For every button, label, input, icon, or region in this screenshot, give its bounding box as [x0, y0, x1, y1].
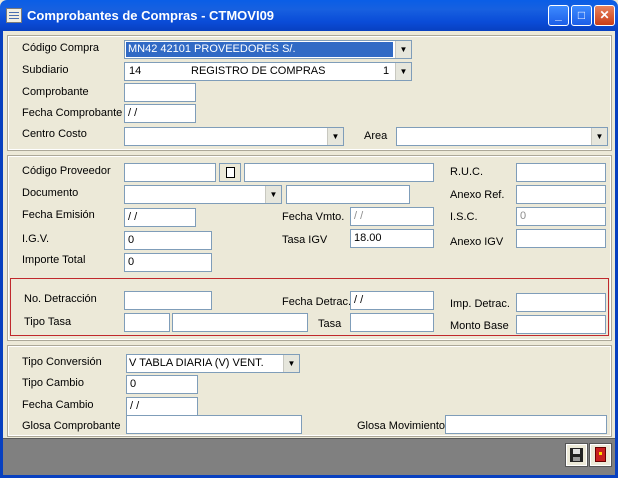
codigo-proveedor-label: Código Proveedor — [22, 165, 111, 177]
tasa-igv-input[interactable]: 18.00 — [350, 229, 434, 248]
codigo-compra-label: Código Compra — [22, 42, 100, 54]
tipo-conversion-label: Tipo Conversión — [22, 356, 102, 368]
title-bar[interactable]: Comprobantes de Compras - CTMOVI09 _ □ ✕ — [0, 0, 618, 31]
tasa-label: Tasa — [318, 318, 342, 330]
comprobante-label: Comprobante — [22, 86, 89, 98]
minimize-button[interactable]: _ — [548, 5, 569, 26]
file-icon[interactable] — [219, 163, 241, 182]
no-detraccion-input[interactable] — [124, 291, 212, 310]
tasa-igv-label: Tasa IGV — [282, 234, 328, 246]
close-button[interactable]: ✕ — [594, 5, 615, 26]
centro-costo-label: Centro Costo — [22, 128, 87, 140]
proveedor-name-input[interactable] — [244, 163, 434, 182]
importe-total-label: Importe Total — [22, 254, 86, 266]
tipo-conversion-select[interactable]: V TABLA DIARIA (V) VENT. ▼ — [126, 354, 300, 373]
imp-detrac-label: Imp. Detrac. — [450, 298, 510, 310]
tipo-cambio-input[interactable]: 0 — [126, 375, 198, 394]
fecha-cambio-input[interactable]: / / — [126, 397, 198, 416]
app-icon[interactable] — [6, 8, 22, 23]
tipo-tasa-code-input[interactable] — [124, 313, 170, 332]
centro-costo-select[interactable]: ▼ — [124, 127, 344, 146]
subdiario-desc: REGISTRO DE COMPRAS — [191, 65, 326, 77]
fecha-detrac-label: Fecha Detrac. — [282, 296, 352, 308]
area-label: Area — [364, 130, 388, 142]
importe-total-input[interactable]: 0 — [124, 253, 212, 272]
codigo-compra-value: MN42 42101 PROVEEDORES S/. — [126, 42, 393, 57]
tipo-conversion-value: V TABLA DIARIA (V) VENT. — [129, 357, 264, 369]
fecha-detrac-input[interactable]: / / — [350, 291, 434, 310]
glosa-movimiento-input[interactable] — [445, 415, 607, 434]
anexo-igv-input[interactable] — [516, 229, 606, 248]
comprobante-input[interactable] — [124, 83, 196, 102]
glosa-movimiento-label: Glosa Movimiento — [357, 420, 446, 432]
monto-base-input[interactable] — [516, 315, 606, 334]
window-title: Comprobantes de Compras - CTMOVI09 — [27, 8, 275, 23]
chevron-down-icon[interactable]: ▼ — [591, 128, 607, 145]
chevron-down-icon[interactable]: ▼ — [283, 355, 299, 372]
chevron-down-icon[interactable]: ▼ — [395, 63, 411, 80]
fecha-cambio-label: Fecha Cambio — [22, 399, 94, 411]
maximize-button[interactable]: □ — [571, 5, 592, 26]
exit-door-icon[interactable] — [589, 443, 612, 467]
anexo-igv-label: Anexo IGV — [450, 236, 504, 248]
tipo-cambio-label: Tipo Cambio — [22, 377, 84, 389]
isc-label: I.S.C. — [450, 211, 478, 223]
subdiario-num: 1 — [383, 65, 390, 77]
chevron-down-icon[interactable]: ▼ — [327, 128, 343, 145]
fecha-comprobante-label: Fecha Comprobante — [22, 107, 123, 119]
anexo-ref-input[interactable] — [516, 185, 606, 204]
fecha-emision-label: Fecha Emisión — [22, 209, 95, 221]
anexo-ref-label: Anexo Ref. — [450, 189, 505, 201]
chevron-down-icon[interactable]: ▼ — [395, 41, 411, 58]
glosa-comprobante-label: Glosa Comprobante — [22, 420, 121, 432]
monto-base-label: Monto Base — [450, 320, 509, 332]
subdiario-code: 14 — [129, 65, 142, 77]
area-select[interactable]: ▼ — [396, 127, 608, 146]
igv-label: I.G.V. — [22, 233, 50, 245]
isc-input[interactable]: 0 — [516, 207, 606, 226]
subdiario-label: Subdiario — [22, 64, 69, 76]
tipo-tasa-desc-input[interactable] — [172, 313, 308, 332]
bottom-toolbar — [3, 438, 615, 475]
save-icon[interactable] — [565, 443, 588, 467]
tipo-tasa-label: Tipo Tasa — [24, 316, 72, 328]
ruc-label: R.U.C. — [450, 166, 483, 178]
ruc-input[interactable] — [516, 163, 606, 182]
fecha-vmto-input[interactable]: / / — [350, 207, 434, 226]
chevron-down-icon[interactable]: ▼ — [265, 186, 281, 203]
documento-number-input[interactable] — [286, 185, 410, 204]
tasa-input[interactable] — [350, 313, 434, 332]
codigo-compra-select[interactable]: MN42 42101 PROVEEDORES S/. ▼ — [124, 40, 412, 59]
imp-detrac-input[interactable] — [516, 293, 606, 312]
no-detraccion-label: No. Detracción — [24, 293, 97, 305]
documento-label: Documento — [22, 187, 79, 199]
subdiario-select[interactable]: 14 REGISTRO DE COMPRAS 1 ▼ — [124, 62, 412, 81]
fecha-emision-input[interactable]: / / — [124, 208, 196, 227]
fecha-comprobante-input[interactable]: / / — [124, 104, 196, 123]
igv-input[interactable]: 0 — [124, 231, 212, 250]
documento-select[interactable]: ▼ — [124, 185, 282, 204]
fecha-vmto-label: Fecha Vmto. — [282, 211, 345, 223]
glosa-comprobante-input[interactable] — [126, 415, 302, 434]
codigo-proveedor-input[interactable] — [124, 163, 216, 182]
